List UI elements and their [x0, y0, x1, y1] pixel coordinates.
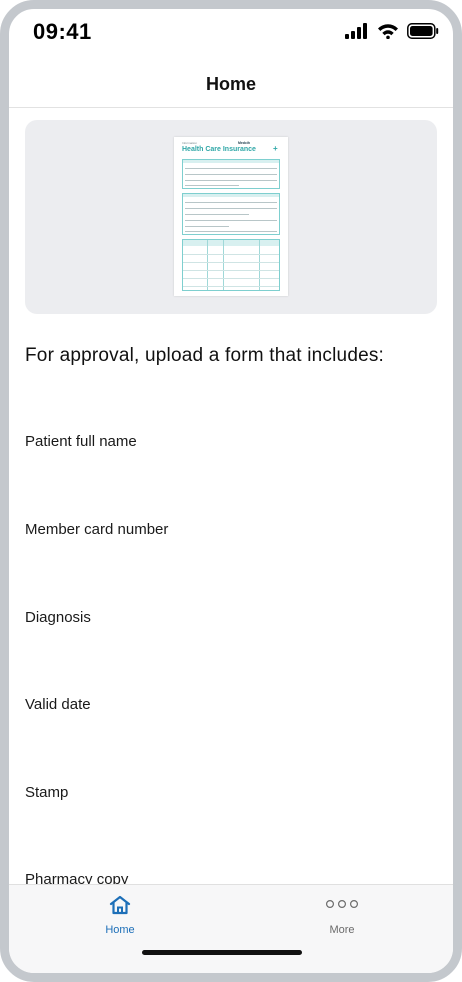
- form-preview-card[interactable]: Information Medcih Health Care Insurance…: [25, 120, 437, 314]
- signal-icon: [345, 23, 367, 39]
- requirement-item: Member card number: [25, 521, 169, 538]
- tab-home-label: Home: [105, 924, 135, 936]
- requirement-item: Valid date: [25, 696, 91, 713]
- phone-frame: 09:41 Home Information Medcih Health Car…: [0, 0, 462, 982]
- upload-instructions: For approval, upload a form that include…: [25, 345, 385, 366]
- page-title: Home: [205, 73, 256, 94]
- requirement-item: Pharmacy copy: [25, 871, 129, 884]
- form-thumbnail-section: [182, 193, 280, 235]
- main-content[interactable]: Information Medcih Health Care Insurance…: [9, 108, 453, 884]
- form-thumbnail-table: [182, 239, 280, 291]
- status-bar: 09:41: [9, 9, 453, 55]
- form-thumbnail-brand: Medcih: [238, 141, 251, 145]
- wifi-icon: [378, 24, 398, 39]
- status-icons: [345, 21, 439, 41]
- battery-icon: [407, 23, 439, 39]
- plus-icon: +: [273, 144, 278, 153]
- nav-header: Home: [9, 61, 453, 108]
- home-icon: [109, 895, 131, 915]
- requirement-item: Patient full name: [25, 433, 137, 450]
- home-indicator[interactable]: [142, 950, 302, 955]
- requirement-item: Stamp: [25, 784, 69, 801]
- requirement-item: Diagnosis: [25, 609, 91, 626]
- form-thumbnail-title: Health Care Insurance: [182, 146, 256, 153]
- form-thumbnail-section: [182, 159, 280, 189]
- tab-bar: Home More: [9, 884, 453, 973]
- tab-home[interactable]: Home: [9, 885, 231, 945]
- tab-more-label: More: [329, 924, 355, 936]
- status-time: 09:41: [33, 19, 92, 44]
- form-thumbnail: Information Medcih Health Care Insurance…: [174, 137, 288, 296]
- form-thumbnail-subtitle: Information: [182, 141, 198, 145]
- tab-more[interactable]: More: [231, 885, 453, 945]
- more-icon: [325, 899, 359, 909]
